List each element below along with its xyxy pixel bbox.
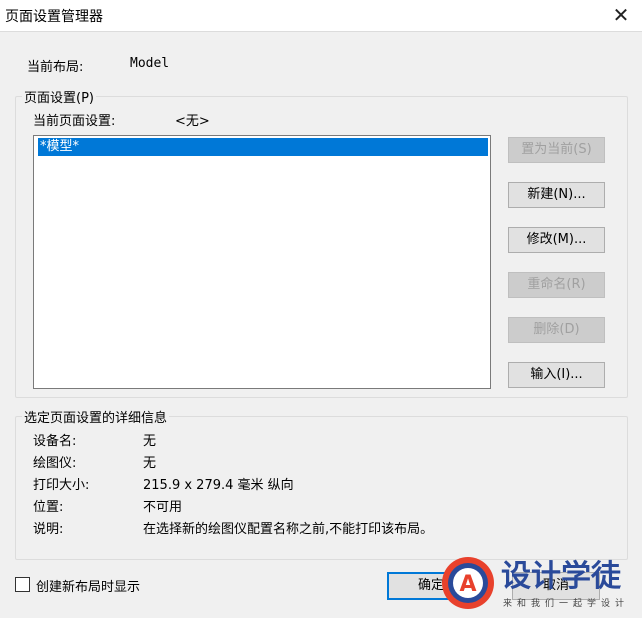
watermark-brand: 设计学徒 — [501, 559, 622, 594]
print-size-value: 215.9 x 279.4 毫米 纵向 — [143, 478, 294, 493]
current-layout-value: Model — [130, 56, 170, 71]
current-page-setup-label: 当前页面设置: — [33, 114, 116, 129]
location-value: 不可用 — [143, 500, 183, 515]
details-group: 选定页面设置的详细信息 — [15, 407, 628, 560]
current-layout-label: 当前布局: — [27, 60, 84, 75]
watermark-logo-icon: A 设计学徒 来和我们一起学设计 — [442, 557, 629, 609]
plotter-value: 无 — [143, 456, 157, 471]
rename-button[interactable]: 重命名(R) — [508, 272, 605, 298]
show-on-new-layout-label: 创建新布局时显示 — [36, 580, 141, 595]
description-value: 在选择新的绘图仪配置名称之前,不能打印该布局。 — [143, 522, 434, 537]
watermark-logo-letter: A — [459, 572, 476, 597]
details-legend: 选定页面设置的详细信息 — [22, 407, 170, 426]
device-name-value: 无 — [143, 434, 157, 449]
import-button[interactable]: 输入(I)... — [508, 362, 605, 388]
title-bar: 页面设置管理器 ✕ — [0, 0, 642, 32]
new-button[interactable]: 新建(N)... — [508, 182, 605, 208]
window-title: 页面设置管理器 — [5, 9, 103, 25]
show-on-new-layout-checkbox[interactable] — [15, 577, 30, 592]
description-label: 说明: — [33, 522, 64, 537]
page-setup-legend: 页面设置(P) — [22, 87, 96, 106]
modify-button[interactable]: 修改(M)... — [508, 227, 605, 253]
plotter-label: 绘图仪: — [33, 456, 77, 471]
list-item[interactable]: *模型* — [38, 138, 488, 156]
current-page-setup-value: <无> — [175, 114, 210, 129]
location-label: 位置: — [33, 500, 64, 515]
delete-button[interactable]: 删除(D) — [508, 317, 605, 343]
print-size-label: 打印大小: — [33, 478, 90, 493]
watermark-tagline: 来和我们一起学设计 — [503, 597, 629, 609]
set-current-button[interactable]: 置为当前(S) — [508, 137, 605, 163]
device-name-label: 设备名: — [33, 434, 77, 449]
page-setup-list[interactable]: *模型* — [33, 135, 491, 389]
watermark: A 设计学徒 来和我们一起学设计 — [441, 552, 637, 614]
close-icon[interactable]: ✕ — [608, 2, 634, 28]
